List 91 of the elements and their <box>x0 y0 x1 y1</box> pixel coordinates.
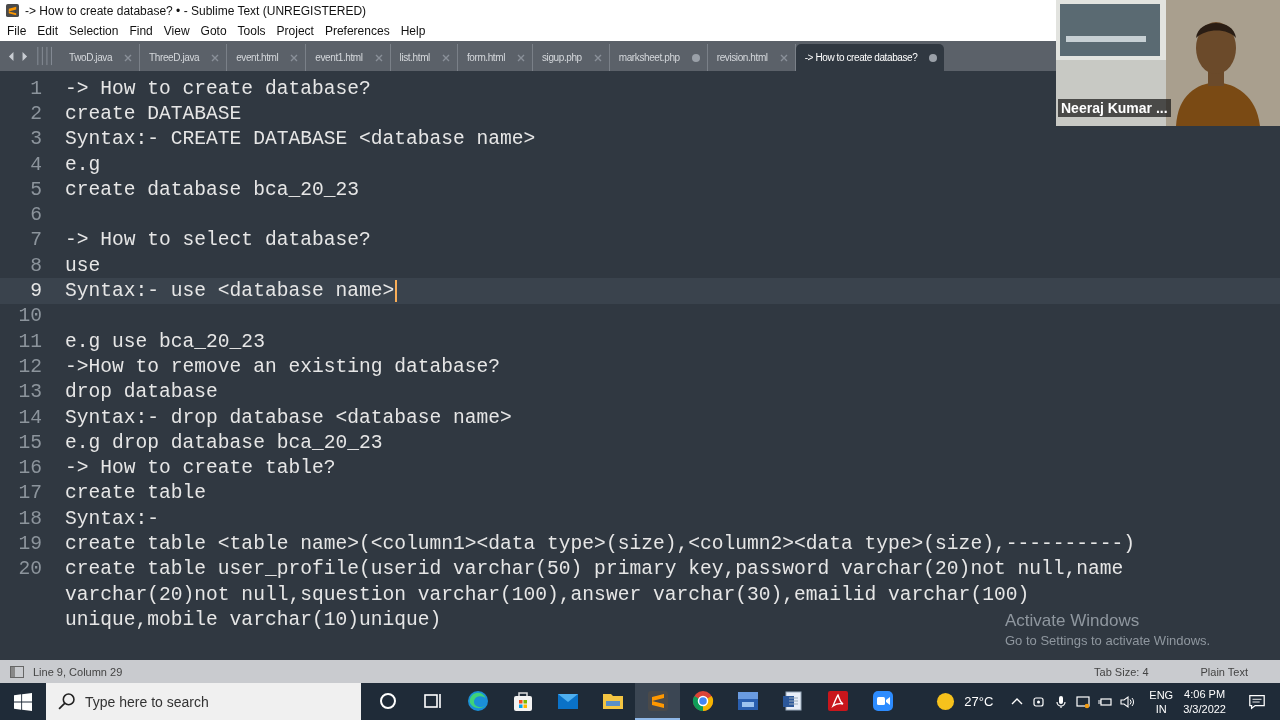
notifications-icon[interactable] <box>1248 692 1266 711</box>
line-number: 3 <box>29 128 42 151</box>
line-number: 9 <box>29 280 42 302</box>
input-language[interactable]: ENG <box>1149 687 1174 702</box>
sidebar-toggle-icon[interactable] <box>10 665 24 678</box>
line-number: 13 <box>17 381 42 404</box>
line-number: 16 <box>17 457 42 480</box>
speaker-icon[interactable] <box>1119 693 1136 710</box>
tab-scroll-arrows-icon[interactable] <box>8 50 28 62</box>
unsaved-dot-icon <box>929 53 938 62</box>
line-number: 7 <box>29 229 42 252</box>
video-call-icon[interactable] <box>870 688 895 713</box>
editor-tab[interactable]: TwoD.java <box>60 44 141 71</box>
activation-title: Activate Windows <box>1005 611 1141 631</box>
browser-icon[interactable] <box>465 688 490 713</box>
windows-start-icon[interactable] <box>14 692 32 711</box>
code-line: varchar(20)not null,squestion varchar(100),answer varchar(30),emailid varchar(100) <box>65 583 1030 606</box>
editor-app-icon[interactable] <box>645 688 670 713</box>
menu-item[interactable]: Goto <box>196 24 232 38</box>
line-number: 10 <box>17 305 42 328</box>
code-line: Syntax:- CREATE DATABASE <database name> <box>65 128 536 151</box>
code-line: use <box>65 254 101 277</box>
code-line: create table <table name>(<column1><data type>(size),<column2><data type>(size),----------) <box>65 533 1135 555</box>
cursor-position: Line 9, Column 29 <box>33 665 123 678</box>
menu-item[interactable]: Find <box>125 24 158 38</box>
line-number: 6 <box>29 204 42 227</box>
editor-tab[interactable]: revision.html <box>707 44 796 71</box>
line-number: 17 <box>17 482 42 505</box>
clock-time[interactable]: 4:06 PM <box>1184 686 1226 702</box>
editor-tab[interactable]: ThreeD.java <box>140 44 228 71</box>
code-line: -> How to create database? <box>65 77 371 100</box>
code-line: drop database <box>65 381 218 404</box>
editor-tab[interactable]: sigup.php <box>533 44 610 71</box>
temperature[interactable]: 27°C <box>964 694 994 709</box>
input-region[interactable]: IN <box>1155 701 1167 716</box>
search-field[interactable]: Type here to search <box>46 683 361 720</box>
line-number: 12 <box>17 355 42 378</box>
code-line: e.g use bca_20_23 <box>65 330 265 353</box>
participant-name: Neeraj Kumar ... <box>1058 99 1171 117</box>
editor-tab[interactable]: event.html <box>227 44 307 71</box>
line-number: 1 <box>29 77 42 100</box>
code-line: create database bca_20_23 <box>65 178 359 201</box>
menu-item[interactable]: File <box>3 24 32 38</box>
app-logo-icon <box>6 4 19 17</box>
editor-tab[interactable]: -> How to create database? <box>795 44 945 71</box>
code-line: Syntax:- <box>65 507 160 530</box>
line-number: 4 <box>29 153 42 176</box>
line-number: 5 <box>29 178 42 201</box>
editor-tab[interactable]: list.html <box>390 44 458 71</box>
window-title: -> How to create database? • - Sublime Text (UNREGISTERED) <box>25 3 367 18</box>
menu-item[interactable]: Tools <box>233 24 271 38</box>
menu-item[interactable]: Preferences <box>320 24 395 38</box>
line-number: 14 <box>17 406 42 429</box>
editor-tab[interactable]: form.html <box>457 44 533 71</box>
code-line: -> How to create table? <box>65 457 336 480</box>
code-line: Syntax:- use <database name> <box>65 280 395 302</box>
browser-icon[interactable] <box>690 688 715 713</box>
line-number: 2 <box>29 102 42 125</box>
search-icon <box>58 693 75 710</box>
menu-item[interactable]: Help <box>396 24 431 38</box>
sun-icon[interactable] <box>936 692 956 711</box>
activation-hint: Go to Settings to activate Windows. <box>1005 633 1211 648</box>
line-number: 11 <box>17 330 42 353</box>
menu-item[interactable]: Selection <box>65 24 124 38</box>
unsaved-dot-icon <box>691 53 700 62</box>
clock-date[interactable]: 3/3/2022 <box>1183 701 1226 717</box>
line-number: 18 <box>17 507 42 530</box>
code-line: unique,mobile varchar(10)unique) <box>65 608 442 631</box>
line-number: 8 <box>29 254 42 277</box>
code-line: create DATABASE <box>65 102 242 125</box>
document-icon[interactable] <box>780 688 805 713</box>
display-icon[interactable] <box>1075 693 1092 710</box>
tab-size[interactable]: Tab Size: 4 <box>1094 665 1149 678</box>
pdf-reader-icon[interactable] <box>825 688 850 713</box>
menu-item[interactable]: View <box>159 24 195 38</box>
line-number: 20 <box>17 558 42 581</box>
code-line: e.g <box>65 153 101 176</box>
menu-item[interactable]: Project <box>272 24 319 38</box>
editor-tab[interactable]: event1.html <box>306 44 391 71</box>
line-number: 19 <box>17 533 42 555</box>
code-line: -> How to select database? <box>65 229 371 252</box>
editor-tab[interactable]: marksheet.php <box>609 44 708 71</box>
line-number: 15 <box>17 431 42 454</box>
menu-item[interactable]: Edit <box>33 24 64 38</box>
code-line: Syntax:- drop database <database name> <box>65 406 512 429</box>
text-cursor <box>395 280 398 302</box>
code-line: create table <box>65 482 207 505</box>
code-line: create table user_profile(userid varchar(50) primary key,password varchar(20)not null,name <box>65 558 1124 581</box>
syntax-mode[interactable]: Plain Text <box>1200 665 1248 678</box>
code-line: e.g drop database bca_20_23 <box>65 431 383 454</box>
code-line: ->How to remove an existing database? <box>65 355 501 378</box>
